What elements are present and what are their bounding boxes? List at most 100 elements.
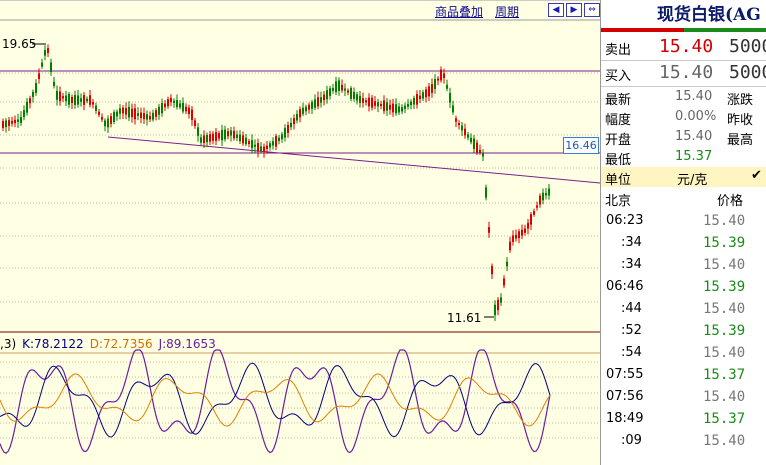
candle-body bbox=[377, 102, 379, 107]
candle-body bbox=[197, 127, 199, 136]
candle-body bbox=[527, 222, 529, 229]
candle-body bbox=[404, 105, 406, 110]
candle-body bbox=[53, 81, 55, 86]
candle-body bbox=[374, 101, 376, 106]
stat-label: 幅度 bbox=[605, 113, 632, 128]
candle-body bbox=[95, 105, 97, 111]
k-value: K:78.2122 bbox=[22, 337, 84, 351]
arrow-expand-icon[interactable]: ⇔ bbox=[584, 3, 600, 17]
candle-body bbox=[110, 116, 112, 124]
candle-body bbox=[44, 49, 46, 56]
candle-body bbox=[20, 117, 22, 123]
candle-body bbox=[62, 96, 64, 99]
candle-body bbox=[161, 103, 163, 114]
candle-body bbox=[206, 134, 208, 143]
candle-body bbox=[218, 133, 220, 139]
tick-price: 15.40 bbox=[703, 389, 746, 405]
candle-body bbox=[338, 80, 340, 91]
stat-value: 15.40 bbox=[675, 89, 713, 104]
price-chart-area[interactable]: 商品叠加 周期 ◀ ▶ ⇔ 19.65 11.61 16.46 ,3) K:78… bbox=[0, 0, 600, 465]
stat-row: 开盘 15.40 最高 bbox=[601, 128, 766, 148]
sell-price: 15.40 bbox=[659, 36, 714, 57]
tick-time: :34 bbox=[621, 257, 642, 272]
ticks-header: 北京 价格 bbox=[601, 189, 766, 209]
candle-body bbox=[38, 73, 40, 80]
candle-body bbox=[284, 128, 286, 138]
candle-body bbox=[173, 100, 175, 103]
candle-body bbox=[212, 133, 214, 141]
candle-body bbox=[248, 141, 250, 145]
candle-body bbox=[137, 113, 139, 116]
candle-body bbox=[389, 104, 391, 110]
candle-body bbox=[194, 120, 196, 127]
kdj-legend: ,3) K:78.2122 D:72.7356 J:89.1653 bbox=[0, 337, 216, 351]
candle-body bbox=[263, 146, 265, 153]
candle-body bbox=[449, 93, 451, 103]
candle-body bbox=[386, 102, 388, 111]
tick-time: 06:23 bbox=[606, 213, 644, 228]
candle-body bbox=[443, 73, 445, 78]
arrow-left-icon[interactable]: ◀ bbox=[548, 3, 564, 17]
candlestick-chart[interactable] bbox=[0, 0, 600, 465]
tick-row: :34 15.40 bbox=[601, 254, 766, 276]
candle-body bbox=[509, 241, 511, 251]
candle-body bbox=[335, 81, 337, 93]
candle-body bbox=[308, 104, 310, 110]
candle-body bbox=[83, 95, 85, 105]
arrow-right-icon[interactable]: ▶ bbox=[566, 3, 582, 17]
candle-body bbox=[71, 97, 73, 103]
period-link[interactable]: 周期 bbox=[495, 3, 519, 20]
candle-body bbox=[497, 299, 499, 311]
candle-body bbox=[395, 104, 397, 114]
candle-body bbox=[128, 106, 130, 118]
buy-price: 15.40 bbox=[659, 62, 714, 83]
candle-body bbox=[287, 124, 289, 133]
j-value: J:89.1653 bbox=[158, 337, 216, 351]
candle-body bbox=[185, 106, 187, 112]
candle-body bbox=[254, 144, 256, 147]
candle-body bbox=[485, 187, 487, 198]
candle-body bbox=[311, 101, 313, 109]
tick-price: 15.39 bbox=[703, 323, 746, 339]
tick-row: :52 15.39 bbox=[601, 320, 766, 342]
stat-label2: 涨跌 bbox=[727, 93, 754, 108]
tick-price: 15.40 bbox=[703, 257, 746, 273]
price-tag: 16.46 bbox=[563, 137, 599, 154]
candle-body bbox=[143, 113, 145, 120]
candle-body bbox=[461, 125, 463, 131]
candle-body bbox=[230, 130, 232, 136]
candle-body bbox=[533, 211, 535, 215]
stat-label2: 昨收 bbox=[727, 113, 754, 128]
candle-body bbox=[320, 97, 322, 103]
candle-body bbox=[125, 108, 127, 115]
candle-body bbox=[245, 137, 247, 145]
tick-price: 15.37 bbox=[703, 411, 746, 427]
candle-body bbox=[494, 304, 496, 316]
candle-body bbox=[215, 132, 217, 141]
unit-row[interactable]: 单位 元/克 ✔ bbox=[601, 167, 766, 188]
divider bbox=[601, 86, 766, 87]
candle-body bbox=[344, 88, 346, 91]
candle-body bbox=[104, 120, 106, 127]
candle-body bbox=[272, 141, 274, 146]
candle-body bbox=[11, 120, 13, 124]
candle-body bbox=[5, 120, 7, 128]
buy-row: 买入 15.40 5000 bbox=[601, 60, 766, 86]
candle-body bbox=[542, 192, 544, 201]
tick-time: 07:55 bbox=[606, 367, 644, 382]
candle-body bbox=[350, 87, 352, 99]
candle-body bbox=[158, 106, 160, 115]
candle-body bbox=[332, 88, 334, 91]
trend-line bbox=[107, 136, 600, 184]
candle-body bbox=[347, 90, 349, 93]
candle-body bbox=[467, 134, 469, 138]
candle-body bbox=[107, 118, 109, 128]
overlay-link[interactable]: 商品叠加 bbox=[435, 3, 483, 20]
candle-body bbox=[152, 112, 154, 120]
candle-body bbox=[23, 110, 25, 118]
tick-row: :44 15.40 bbox=[601, 298, 766, 320]
candle-body bbox=[464, 128, 466, 136]
candle-body bbox=[503, 278, 505, 286]
stat-row: 最新 15.40 涨跌 bbox=[601, 88, 766, 108]
candle-body bbox=[434, 79, 436, 89]
